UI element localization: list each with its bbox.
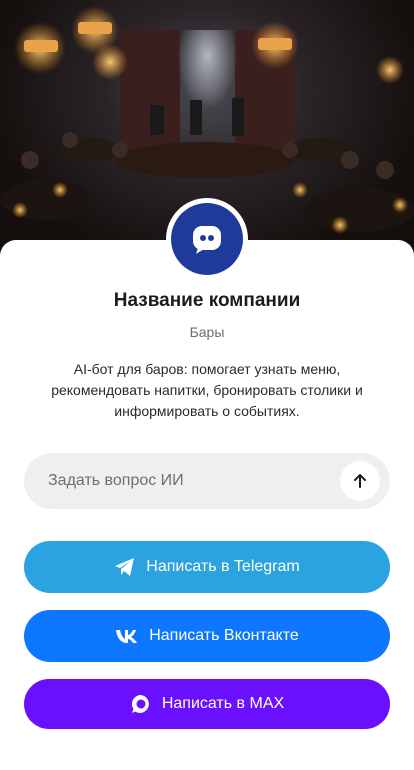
vk-icon bbox=[115, 628, 139, 644]
telegram-button-label: Написать в Telegram bbox=[146, 558, 300, 575]
chat-bot-icon bbox=[171, 203, 243, 275]
send-button[interactable] bbox=[340, 461, 380, 501]
ask-ai-input[interactable] bbox=[48, 453, 348, 509]
telegram-button[interactable]: Написать в Telegram bbox=[24, 541, 390, 593]
description-text: AI-бот для баров: помогает узнать меню, … bbox=[51, 361, 363, 419]
max-button-label: Написать в MAX bbox=[161, 695, 285, 712]
arrow-up-icon bbox=[351, 472, 369, 490]
max-button[interactable]: Написать в MAX bbox=[24, 679, 390, 729]
telegram-icon bbox=[114, 557, 136, 577]
page-title: Название компании bbox=[113, 290, 301, 311]
vk-button-label: Написать Вконтакте bbox=[149, 627, 299, 644]
category-label: Бары bbox=[189, 324, 225, 340]
vk-button[interactable]: Написать Вконтакте bbox=[24, 610, 390, 662]
max-icon bbox=[130, 693, 152, 715]
ask-ai-field bbox=[24, 453, 390, 509]
avatar bbox=[166, 198, 248, 280]
